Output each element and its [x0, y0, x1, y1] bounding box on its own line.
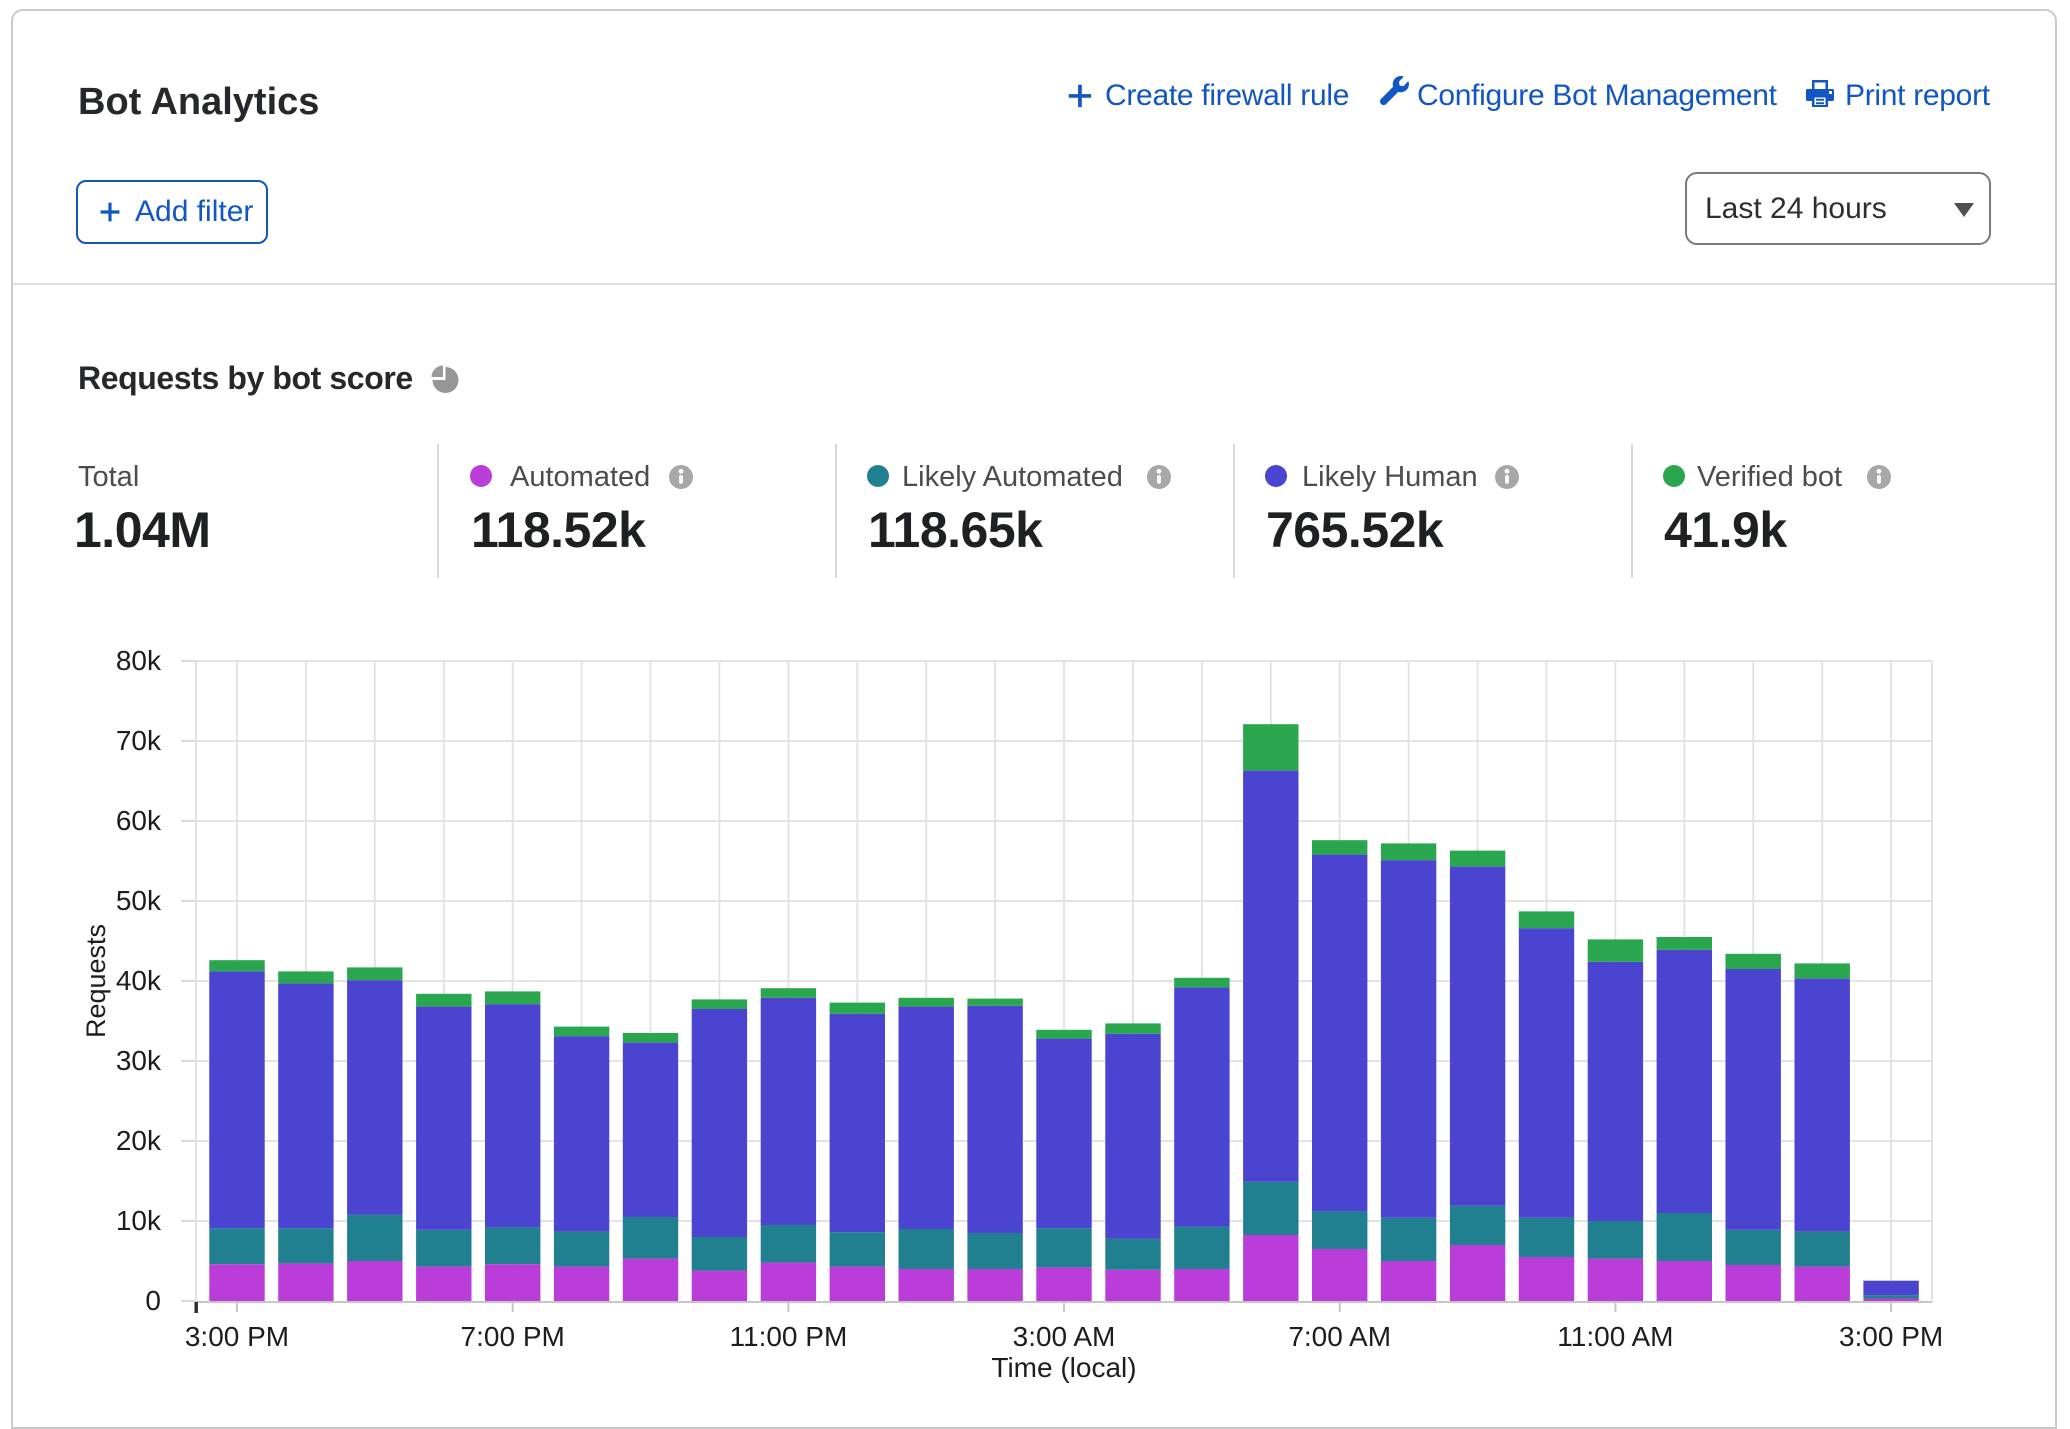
svg-text:20k: 20k: [116, 1125, 162, 1156]
svg-text:Requests: Requests: [81, 924, 111, 1038]
svg-text:30k: 30k: [116, 1045, 162, 1076]
svg-text:60k: 60k: [116, 805, 162, 836]
svg-text:3:00 PM: 3:00 PM: [185, 1321, 289, 1352]
svg-text:80k: 80k: [116, 645, 162, 676]
svg-text:7:00 PM: 7:00 PM: [461, 1321, 565, 1352]
svg-text:7:00 AM: 7:00 AM: [1288, 1321, 1391, 1352]
svg-text:11:00 AM: 11:00 AM: [1557, 1321, 1673, 1352]
svg-text:3:00 AM: 3:00 AM: [1013, 1321, 1116, 1352]
svg-text:10k: 10k: [116, 1205, 162, 1236]
svg-text:70k: 70k: [116, 725, 162, 756]
svg-text:40k: 40k: [116, 965, 162, 996]
svg-text:11:00 PM: 11:00 PM: [730, 1321, 848, 1352]
svg-text:0: 0: [145, 1285, 161, 1316]
svg-text:50k: 50k: [116, 885, 162, 916]
svg-text:Time (local): Time (local): [991, 1352, 1136, 1383]
svg-text:3:00 PM: 3:00 PM: [1839, 1321, 1943, 1352]
